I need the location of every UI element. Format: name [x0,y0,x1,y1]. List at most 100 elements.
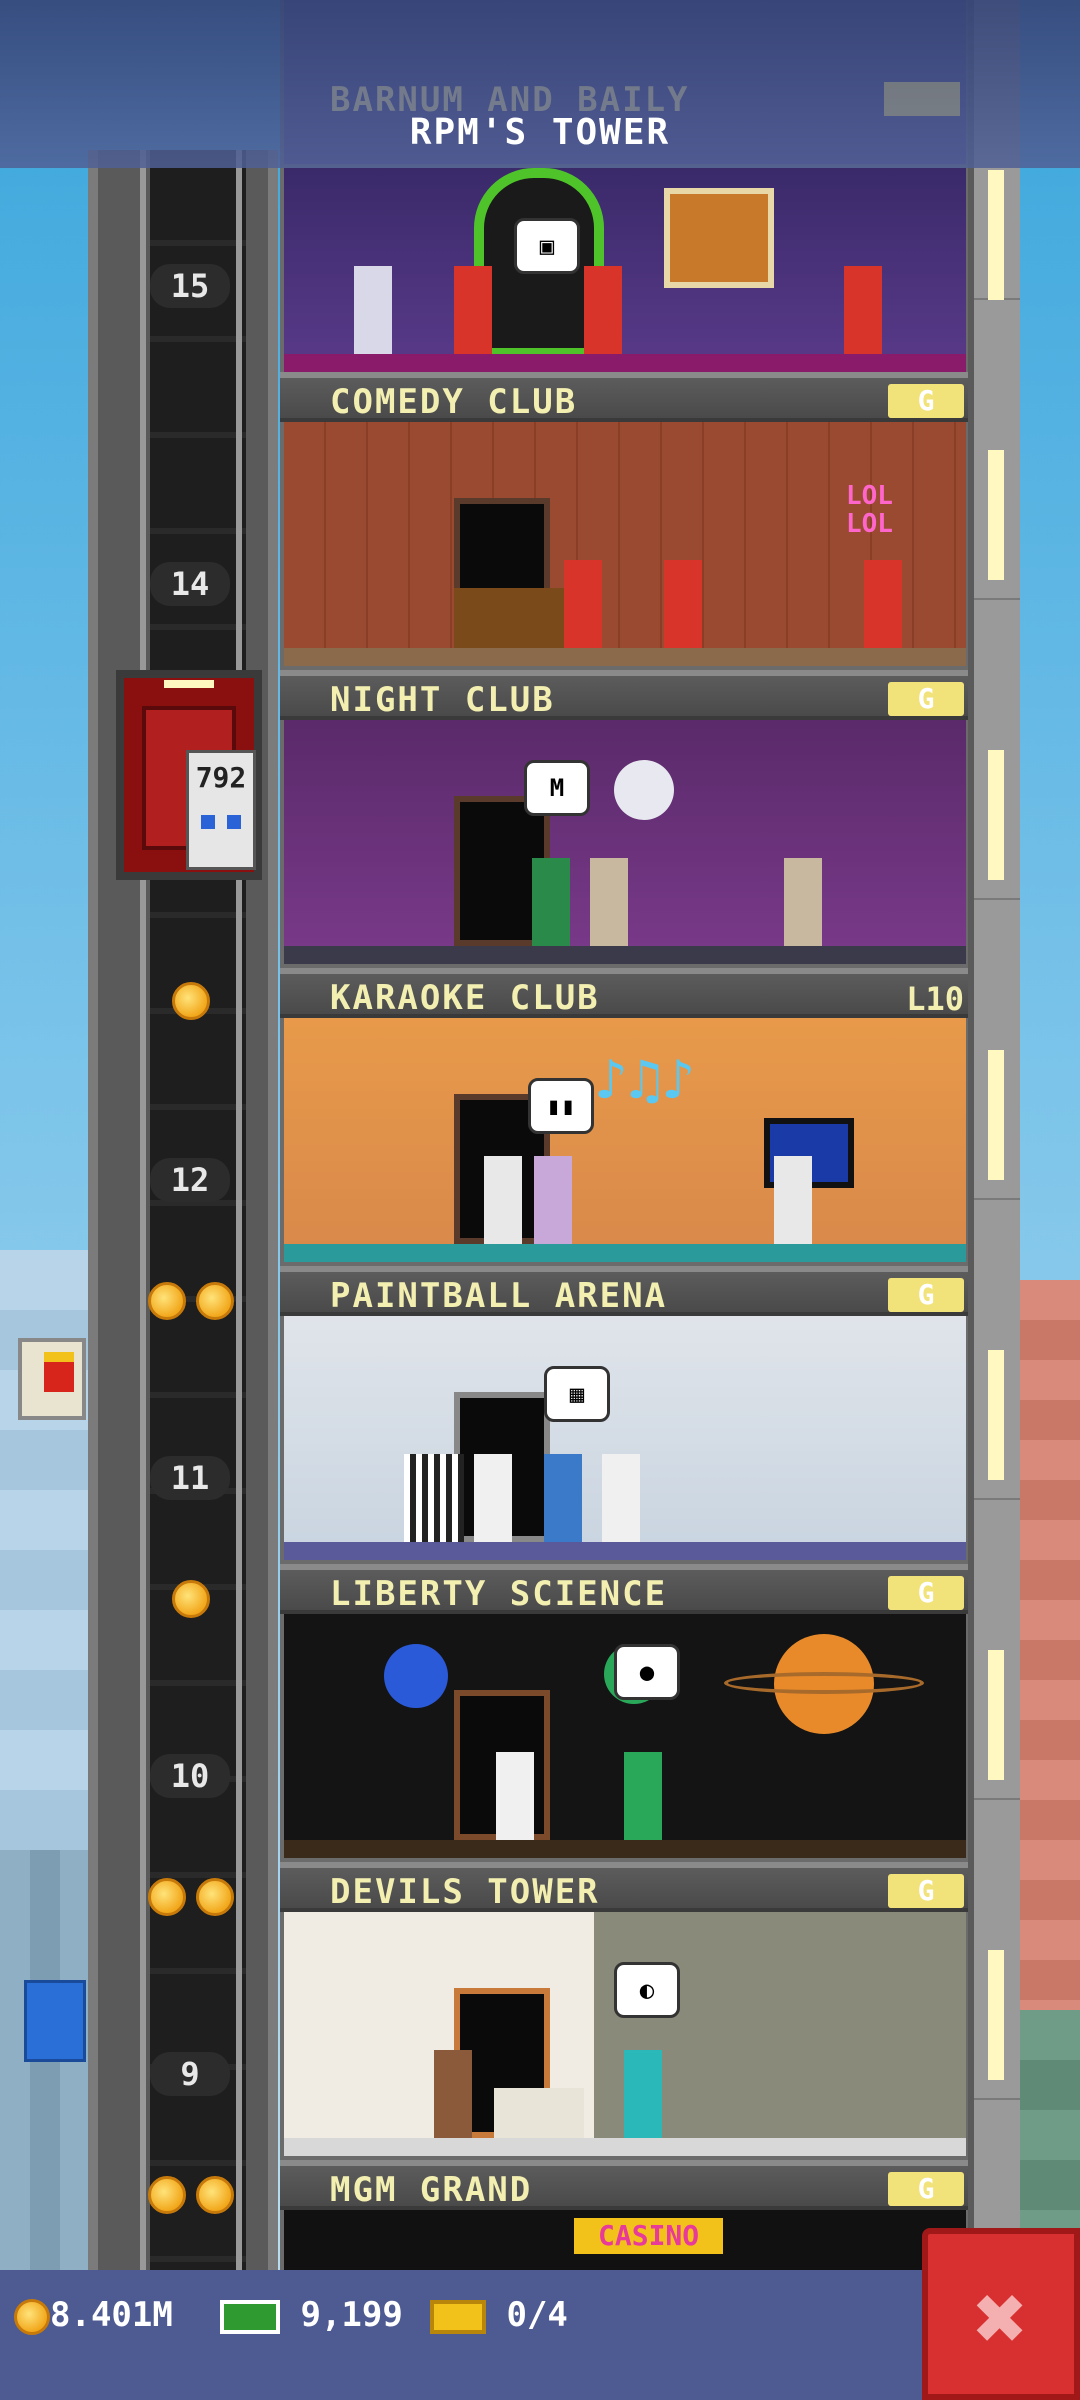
bitizen[interactable] [624,2050,662,2138]
elevator-coin[interactable] [172,982,210,1020]
fries-icon [44,1352,74,1392]
floor-level-badge: G [888,1576,964,1610]
floor-level-badge: G [888,682,964,716]
room-floor [284,2138,966,2156]
coin-icon [14,2298,50,2335]
floor-level-badge-behind-header [884,82,960,116]
close-button[interactable]: ✖ [922,2228,1080,2400]
bux-display[interactable]: 9,199 [220,2290,403,2340]
floor-comedy-club[interactable]: COMEDY CLUB G LOL LOL [280,372,970,670]
goat[interactable] [494,2088,584,2138]
room-floor [284,354,966,372]
tiger-poster [664,188,774,288]
mime[interactable] [602,1454,640,1542]
astronaut[interactable] [496,1752,534,1840]
floor-name: COMEDY CLUB [330,382,578,422]
bitizen[interactable] [434,2050,472,2138]
bitizen[interactable] [624,1752,662,1840]
elevator-operator: 792 [186,750,256,870]
floor-name: KARAOKE CLUB [330,978,600,1018]
room-floor [284,1542,966,1560]
floor-paintball-arena[interactable]: PAINTBALL ARENA G ▦ [280,1266,970,1564]
elevator-coin[interactable] [148,1282,186,1320]
thought-bubble: ▮▮ [528,1078,594,1134]
floor-night-club[interactable]: NIGHT CLUB G M [280,670,970,968]
floor-number-11: 11 [150,1456,230,1500]
casino-sign: CASINO [574,2218,724,2254]
pillar-light [988,170,1004,300]
knight[interactable] [590,858,628,946]
floor-level: L10 [906,980,964,1018]
bitizen[interactable] [544,1454,582,1542]
floor-name: DEVILS TOWER [330,1872,600,1912]
elevator-coin[interactable] [148,1878,186,1916]
saturn-ring [724,1672,924,1694]
fries-billboard [18,1338,86,1420]
header-bar: BARNUM AND BAILY RPM'S TOWER [0,0,1080,168]
floor-name: MGM GRAND [330,2170,533,2210]
thought-bubble: ▦ [544,1366,610,1422]
clown[interactable] [844,266,882,354]
floor-liberty-science[interactable]: LIBERTY SCIENCE G ● [280,1564,970,1862]
floor-karaoke-club[interactable]: KARAOKE CLUB L10 ♪♫♪ ▮▮ [280,968,970,1266]
tickets-display[interactable]: 0/4 [430,2290,568,2340]
tickets-value: 0/4 [506,2295,568,2335]
room-floor [284,946,966,964]
floor-label-bar: PAINTBALL ARENA G [280,1266,970,1316]
elevator-coin[interactable] [148,2176,186,2214]
operator-eyes [201,815,241,829]
clown[interactable] [584,266,622,354]
pillar-light [988,450,1004,580]
knight[interactable] [784,858,822,946]
elevator-display: 792 [195,761,247,794]
room-liberty-science: ● [284,1614,966,1858]
pillar-light [988,1050,1004,1180]
planet-blue [384,1644,448,1708]
clown[interactable] [664,560,702,648]
bitizen[interactable] [774,1156,812,1244]
floor-label-bar: NIGHT CLUB G [280,670,970,720]
clown[interactable] [864,560,902,648]
clown[interactable] [454,266,492,354]
floor-number-15: 15 [150,264,230,308]
floor-devils-tower[interactable]: DEVILS TOWER G ◐ [280,1862,970,2160]
zebra[interactable] [404,1454,464,1542]
floor-number-14: 14 [150,562,230,606]
close-icon: ✖ [973,2266,1029,2371]
floor-level-badge: G [888,2172,964,2206]
coins-value: 8.401M [50,2295,173,2335]
pillar-light [988,1950,1004,2080]
floor-label-bar: DEVILS TOWER G [280,1862,970,1912]
floor-label-bar: KARAOKE CLUB L10 [280,968,970,1018]
elevator-coin[interactable] [196,1282,234,1320]
golden-ticket-icon [430,2299,486,2334]
room-devils-tower: ◐ [284,1912,966,2156]
bitizen[interactable] [534,1156,572,1244]
elevator-cable [236,150,242,2270]
mime[interactable] [474,1454,512,1542]
floor-label-bar: LIBERTY SCIENCE G [280,1564,970,1614]
bear[interactable] [454,588,564,648]
floor-name: PAINTBALL ARENA [330,1276,668,1316]
elevator-car[interactable]: 792 [116,670,262,880]
room-floor [284,648,966,666]
tower-title: RPM'S TOWER [409,112,671,153]
clown[interactable] [564,560,602,648]
thought-bubble: ◐ [614,1962,680,2018]
floor-number-9: 9 [150,2052,230,2096]
floor-number-10: 10 [150,1754,230,1798]
room-barnum: ▣ [284,168,966,372]
room-karaoke-club: ♪♫♪ ▮▮ [284,1018,966,1262]
floor-name: LIBERTY SCIENCE [330,1574,668,1614]
elevator-coin[interactable] [196,2176,234,2214]
bitizen[interactable] [484,1156,522,1244]
elevator-coin[interactable] [172,1580,210,1618]
floor-level-badge: G [888,1278,964,1312]
room-night-club: M [284,720,966,964]
floor-name: NIGHT CLUB [330,680,555,720]
coins-display[interactable]: 8.401M [14,2290,173,2340]
bitizen[interactable] [532,858,570,946]
elevator-coin[interactable] [196,1878,234,1916]
cash-icon [220,2299,280,2334]
elevator-cable [140,150,146,2270]
